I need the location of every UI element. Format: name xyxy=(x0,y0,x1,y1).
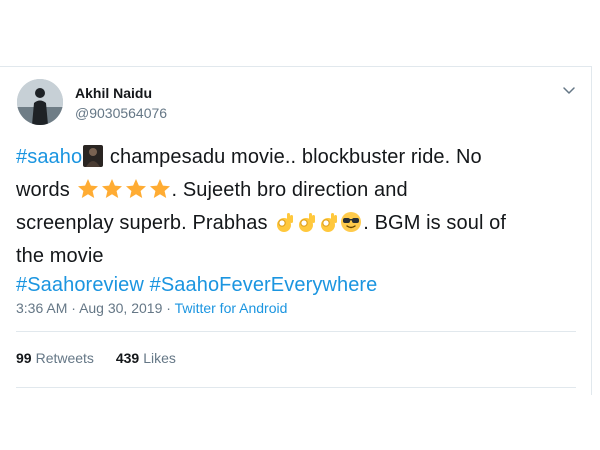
avatar[interactable] xyxy=(17,79,63,125)
user-name[interactable]: Akhil Naidu xyxy=(75,85,152,101)
retweets-count: 99 xyxy=(16,350,32,366)
star-icon xyxy=(125,178,147,209)
star-icon xyxy=(101,178,123,209)
sunglasses-face-icon xyxy=(340,211,362,242)
hashtag-saahoreview[interactable]: #Saahoreview xyxy=(16,274,144,296)
tweet-date[interactable]: Aug 30, 2019 xyxy=(79,300,162,316)
tweet-meta: 3:36 AM · Aug 30, 2019 · Twitter for And… xyxy=(16,300,287,316)
divider xyxy=(16,331,576,332)
hashtag-saaho[interactable]: #saaho xyxy=(16,146,82,168)
likes-stat[interactable]: 439 Likes xyxy=(116,350,176,366)
avatar-photo-icon xyxy=(17,79,63,125)
person-photo-icon xyxy=(83,145,104,176)
tweet-text-part: words xyxy=(16,179,76,201)
tweet-card: Akhil Naidu @9030564076 #saaho champesad… xyxy=(0,66,592,395)
tweet-text-part: champesadu movie.. blockbuster ride. No xyxy=(104,146,482,168)
retweets-label: Retweets xyxy=(35,350,94,366)
chevron-down-icon[interactable] xyxy=(562,83,576,97)
likes-label: Likes xyxy=(143,350,176,366)
retweets-stat[interactable]: 99 Retweets xyxy=(16,350,94,366)
ok-hand-icon xyxy=(274,211,294,242)
star-icon xyxy=(149,178,171,209)
tweet-source-link[interactable]: Twitter for Android xyxy=(175,300,288,316)
meta-separator: · xyxy=(71,300,76,316)
divider xyxy=(16,387,576,388)
star-icon xyxy=(77,178,99,209)
tweet-text-part: screenplay superb. Prabhas xyxy=(16,212,274,234)
tweet-stats: 99 Retweets 439 Likes xyxy=(16,350,194,366)
ok-hand-icon xyxy=(296,211,316,242)
user-handle[interactable]: @9030564076 xyxy=(75,105,167,121)
tweet-text-part: . Sujeeth bro direction and xyxy=(171,179,408,201)
meta-separator: · xyxy=(166,300,171,316)
tweet-text-part: the movie xyxy=(16,245,104,267)
tweet-text-part: . BGM is soul of xyxy=(363,212,507,234)
tweet-text: #saaho champesadu movie.. blockbuster ri… xyxy=(16,143,576,300)
likes-count: 439 xyxy=(115,350,140,366)
ok-hand-icon xyxy=(318,211,338,242)
tweet-time[interactable]: 3:36 AM xyxy=(16,300,67,316)
hashtag-saahofevereverywhere[interactable]: #SaahoFeverEverywhere xyxy=(150,274,378,296)
